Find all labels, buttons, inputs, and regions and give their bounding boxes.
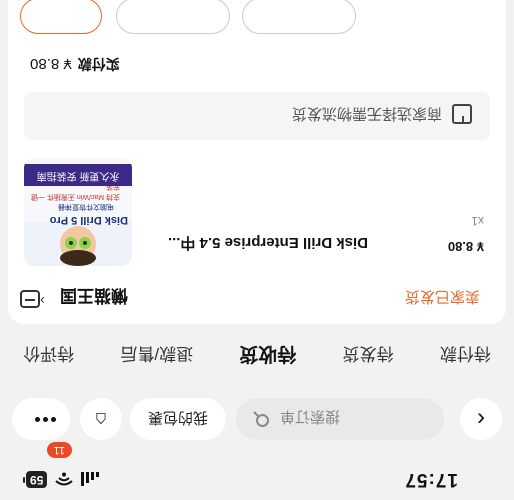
more-button[interactable]: 11 <box>12 398 72 458</box>
character-illustration <box>24 222 132 266</box>
confirm-receipt-button[interactable] <box>20 0 102 34</box>
search-placeholder: 搜索订单 <box>280 408 341 425</box>
product-image[interactable]: Disk Drill 5 Pro 电脑文件恢复神器 支持 Mac/Win 无需插… <box>24 158 132 266</box>
product-image-title: Disk Drill 5 Pro <box>49 214 128 226</box>
tab-pending-review[interactable]: 待评价 <box>23 344 74 369</box>
search-icon <box>253 411 269 427</box>
shop-name[interactable]: 懒猫王国 <box>60 285 128 310</box>
search-row: ‹ 搜索订单 我的包裹 ⌂ 11 <box>0 390 514 458</box>
more-icon <box>35 417 56 422</box>
tab-refund[interactable]: 退款/售后 <box>120 344 193 369</box>
product-quantity: x1 <box>471 214 484 228</box>
chevron-right-icon: › <box>40 292 45 309</box>
paid-amount-row: 实付款 ¥ 8.80 <box>30 54 120 74</box>
order-actions <box>8 0 506 34</box>
wifi-icon <box>55 473 74 486</box>
tab-pending-shipment[interactable]: 待发货 <box>343 344 394 369</box>
order-action-button[interactable] <box>116 0 230 34</box>
paid-label: 实付款 <box>77 56 120 72</box>
tab-pending-receipt[interactable]: 待收货 <box>239 343 296 370</box>
battery-icon: 59 <box>26 471 48 488</box>
back-button[interactable]: ‹ <box>460 398 502 440</box>
chevron-left-icon: ‹ <box>477 406 485 433</box>
order-action-button[interactable] <box>242 0 356 34</box>
hanger-button[interactable]: ⌂ <box>80 398 122 440</box>
shop-row[interactable]: 懒猫王国 › 卖家已发货 <box>8 276 506 324</box>
order-card[interactable]: 懒猫王国 › 卖家已发货 Disk Drill 5 Pro 电脑文件恢复神器 支… <box>8 0 506 324</box>
hanger-icon: ⌂ <box>94 408 108 431</box>
product-title[interactable]: Disk Drill Enterprise 5.4 中... <box>140 233 368 254</box>
shop-icon <box>20 290 40 308</box>
my-packages-button[interactable]: 我的包裹 <box>130 398 226 440</box>
signal-icon <box>81 472 100 487</box>
order-status: 卖家已发货 <box>404 288 480 305</box>
order-tabs: 待付款 待发货 待收货 退款/售后 待评价 <box>0 332 514 380</box>
status-bar: 17:57 59 <box>0 454 514 500</box>
status-icons: 59 <box>26 471 100 488</box>
notification-badge: 11 <box>46 442 72 458</box>
product-price: ¥ 8.80 <box>447 239 484 254</box>
logistics-notice: 商家选择无需物流发货 <box>24 92 490 140</box>
package-icon <box>452 104 472 124</box>
app-screen: 17:57 59 ‹ 搜索订单 我的包裹 ⌂ 11 待付款 待发货 待收货 退款… <box>0 0 514 500</box>
product-image-subtitle: 电脑文件恢复神器 <box>58 203 114 210</box>
paid-amount: ¥ 8.80 <box>30 55 72 72</box>
notice-text: 商家选择无需物流发货 <box>291 105 442 122</box>
search-input[interactable]: 搜索订单 <box>236 398 444 440</box>
tab-pending-payment[interactable]: 待付款 <box>440 344 491 369</box>
product-image-banner: 永久更新 安装指南 <box>24 164 132 186</box>
status-time: 17:57 <box>404 469 458 490</box>
